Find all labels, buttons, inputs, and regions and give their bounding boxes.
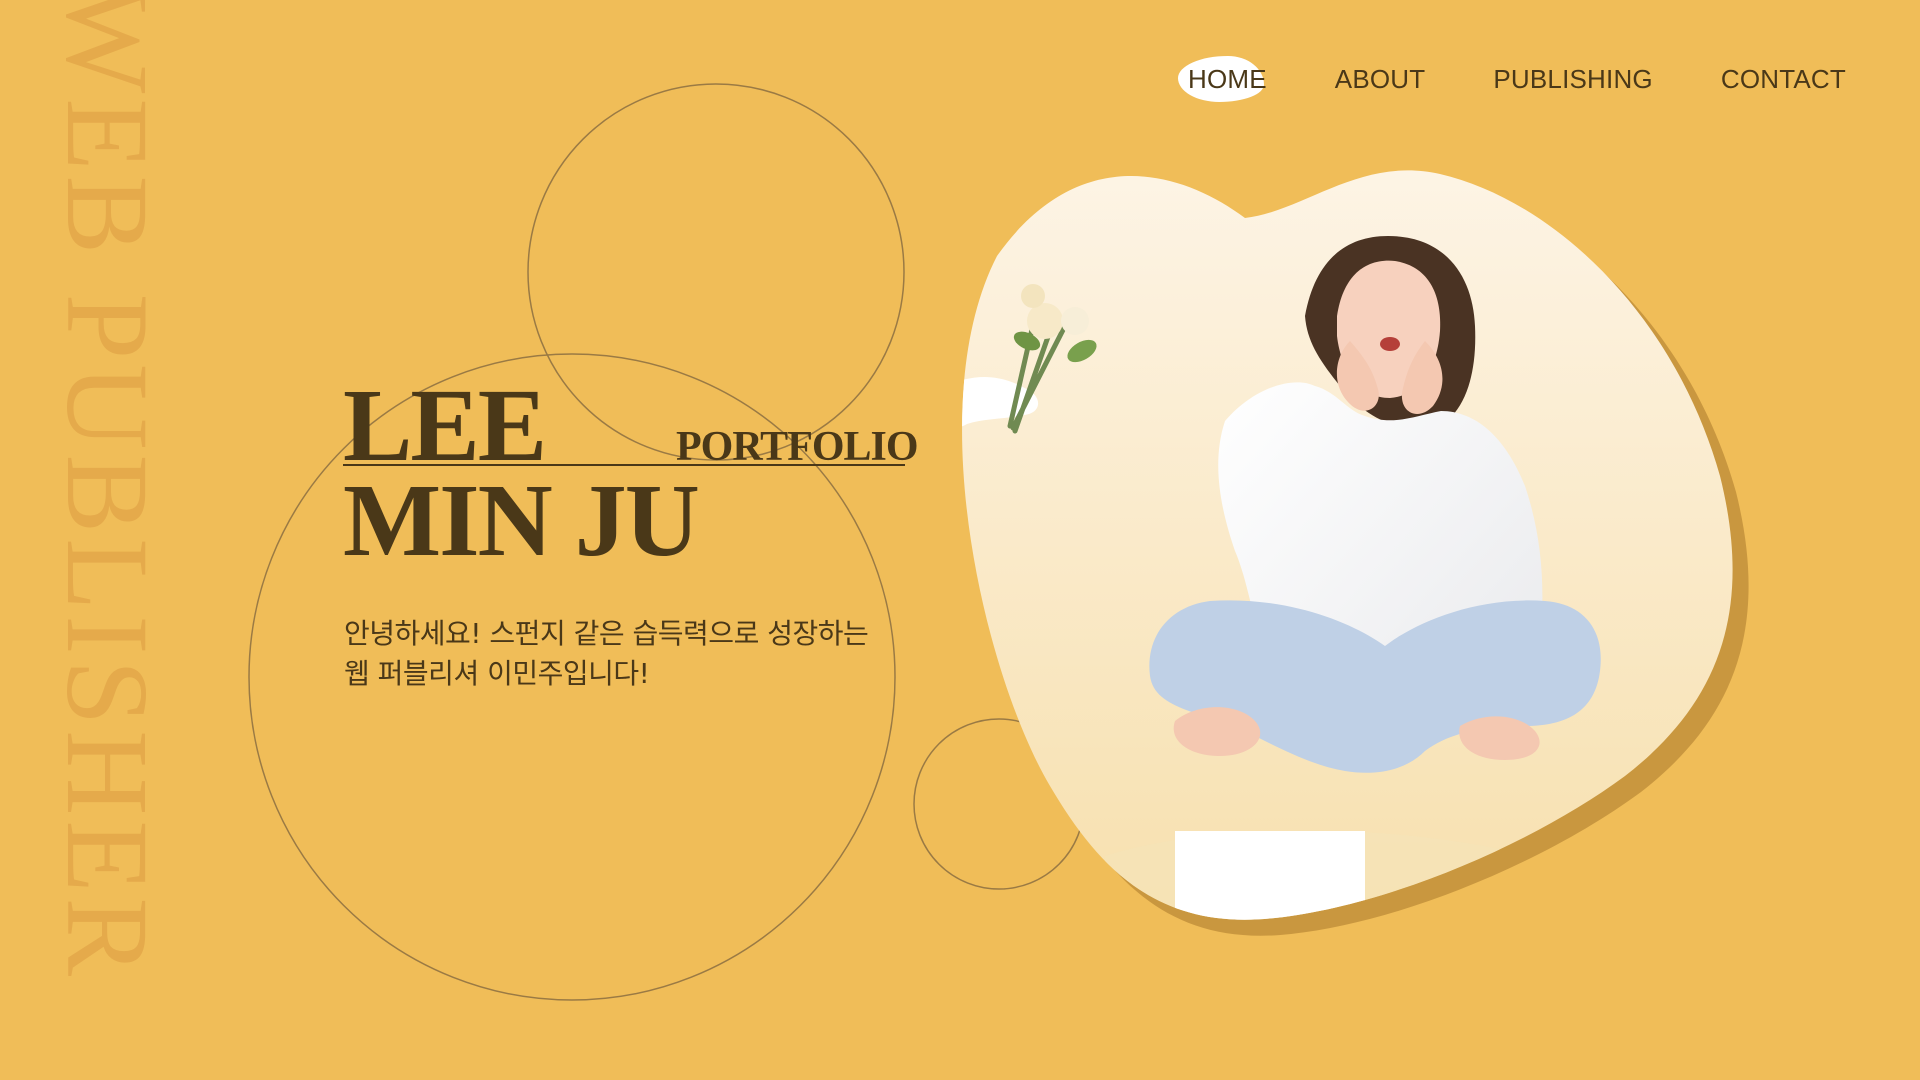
mouth [1380,337,1400,351]
profile-illustration [962,170,1749,936]
nav-about[interactable]: ABOUT [1331,58,1430,101]
nav-home[interactable]: HOME [1177,55,1271,102]
flower-2 [1061,307,1089,335]
web-publisher-label: WEB PUBLISHER [48,0,168,982]
flower-3 [1021,284,1045,308]
intro-line-2: 웹 퍼블리셔 이민주입니다! [344,657,650,690]
main-nav: HOME ABOUT PUBLISHING CONTACT [1177,54,1850,104]
nav-publishing[interactable]: PUBLISHING [1489,58,1657,101]
intro-line-1: 안녕하세요! 스펀지 같은 습득력으로 성장하는 [344,617,869,650]
hero-last-name: MIN JU [343,463,700,578]
hero-title: LEE PORTFOLIO MIN JU [343,374,919,589]
intro-text: 안녕하세요! 스펀지 같은 습득력으로 성장하는 웹 퍼블리셔 이민주입니다! [344,614,934,694]
nav-contact[interactable]: CONTACT [1717,58,1850,101]
flower-1 [1027,303,1063,339]
side-vertical-text: WEB PUBLISHER [48,0,168,1080]
profile-photo [955,166,1775,938]
hero-portfolio: PORTFOLIO [676,424,919,470]
